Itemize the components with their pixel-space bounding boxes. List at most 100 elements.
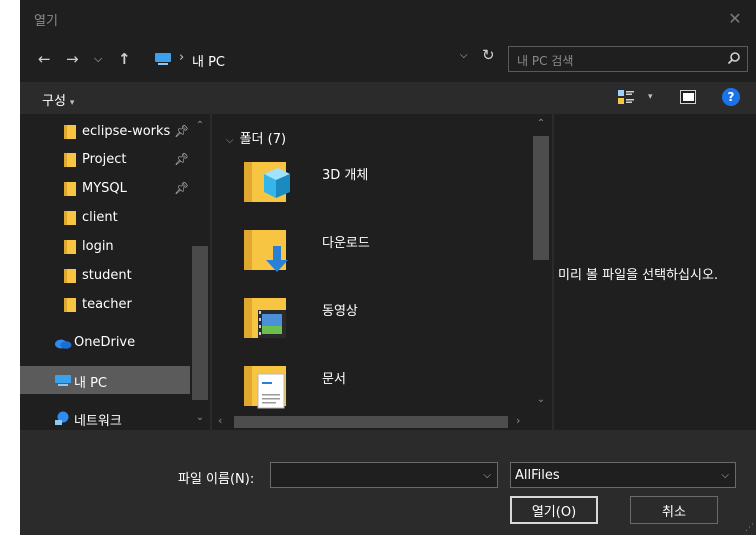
folder-icon (64, 153, 76, 167)
nav-item-label: MYSQL (82, 181, 127, 196)
preview-pane: 미리 볼 파일을 선택하십시오. (554, 114, 756, 430)
nav-item-label: student (82, 268, 132, 283)
address-bar[interactable]: › 내 PC (144, 46, 500, 72)
collapse-chevron-icon: ⌵ (226, 135, 234, 146)
network-icon (55, 411, 69, 425)
nav-item-client[interactable]: client (20, 204, 190, 232)
file-item-videos[interactable]: 동영상 (242, 292, 532, 356)
pin-icon: 📌︎ (174, 181, 190, 195)
forward-arrow-icon[interactable]: → (66, 50, 79, 68)
nav-item-label: 내 PC (74, 376, 108, 391)
organize-dropdown-icon: ▾ (69, 98, 75, 108)
file-item-label: 문서 (322, 372, 346, 387)
nav-item-label: Project (82, 152, 127, 167)
scroll-up-icon[interactable]: ⌃ (190, 120, 210, 131)
close-icon: ✕ (728, 8, 742, 28)
search-placeholder: 내 PC 검색 (517, 54, 574, 68)
vertical-scroll-thumb[interactable] (533, 136, 549, 260)
navigation-pane: eclipse-works 📌︎ Project 📌︎ MYSQL 📌︎ cli… (20, 114, 210, 430)
command-bar: 구성 ▾ ▾ ? (20, 82, 756, 114)
file-type-dropdown-icon: ⌵ (721, 470, 729, 481)
onedrive-cloud-icon (55, 339, 72, 349)
change-view-icon[interactable] (618, 90, 634, 104)
scroll-right-icon[interactable]: › (516, 414, 520, 427)
search-icon[interactable] (727, 51, 741, 65)
nav-item-label: client (82, 210, 118, 225)
view-dropdown-icon[interactable]: ▾ (648, 92, 653, 102)
folder-icon (64, 211, 76, 225)
nav-item-label: login (82, 239, 114, 254)
nav-item-label: teacher (82, 297, 132, 312)
nav-item-label: OneDrive (74, 335, 136, 350)
search-box[interactable]: 내 PC 검색 (508, 46, 748, 72)
window-title: 열기 (34, 14, 58, 29)
file-list-horizontal-scrollbar[interactable]: ‹ › (212, 414, 552, 430)
folder-icon (64, 125, 76, 139)
title-bar: 열기 ✕ (20, 0, 756, 36)
help-icon[interactable]: ? (722, 88, 740, 106)
nav-item-student[interactable]: student (20, 262, 190, 290)
nav-item-login[interactable]: login (20, 233, 190, 261)
recent-locations-chevron-icon[interactable]: ⌵ (94, 52, 102, 66)
preview-pane-icon[interactable] (680, 90, 696, 104)
nav-scrollbar[interactable]: ⌃ ⌄ (190, 114, 210, 430)
folder-icon (64, 298, 76, 312)
horizontal-scroll-thumb[interactable] (234, 416, 508, 428)
file-type-value: AllFiles (515, 468, 560, 483)
open-button[interactable]: 열기(O) (510, 496, 598, 524)
scroll-up-icon[interactable]: ⌃ (530, 118, 552, 129)
nav-item-this-pc[interactable]: 내 PC (20, 366, 190, 394)
videos-folder-icon (244, 298, 286, 338)
nav-item-onedrive[interactable]: OneDrive (20, 329, 190, 357)
file-item-label: 동영상 (322, 304, 358, 319)
filename-label: 파일 이름(N): (178, 472, 255, 487)
organize-label: 구성 (42, 94, 66, 109)
nav-item-network[interactable]: 네트워크 (20, 404, 190, 430)
resize-grip-icon[interactable]: ⋰ (745, 523, 754, 533)
scroll-down-icon[interactable]: ⌄ (190, 412, 210, 423)
nav-item-label: eclipse-works (82, 124, 171, 139)
file-item-label: 다운로드 (322, 236, 370, 251)
pc-icon (55, 375, 71, 386)
address-dropdown-icon[interactable]: ⌵ (460, 50, 468, 61)
group-header-label: 폴더 (7) (239, 132, 287, 147)
scroll-left-icon[interactable]: ‹ (218, 414, 222, 427)
pin-icon: 📌︎ (174, 152, 190, 166)
chevron-right-icon: › (179, 50, 185, 65)
nav-scroll-thumb[interactable] (192, 246, 208, 400)
folder-icon (64, 182, 76, 196)
folder-icon (64, 240, 76, 254)
close-button[interactable]: ✕ (714, 0, 756, 36)
filename-dropdown-icon[interactable]: ⌵ (483, 470, 491, 481)
pin-icon: 📌︎ (174, 124, 190, 138)
file-item-downloads[interactable]: 다운로드 (242, 224, 532, 288)
organize-menu[interactable]: 구성 ▾ (42, 90, 74, 109)
pc-icon (155, 53, 171, 65)
file-item-3d-objects[interactable]: 3D 개체 (242, 156, 532, 220)
scroll-down-icon[interactable]: ⌄ (530, 394, 552, 405)
file-type-select[interactable]: AllFiles ⌵ (510, 462, 736, 488)
downloads-folder-icon (244, 230, 288, 272)
nav-item-project[interactable]: Project 📌︎ (20, 146, 190, 174)
nav-item-mysql[interactable]: MYSQL 📌︎ (20, 175, 190, 203)
nav-item-teacher[interactable]: teacher (20, 291, 190, 319)
back-arrow-icon[interactable]: ← (38, 50, 51, 68)
nav-item-eclipse-works[interactable]: eclipse-works 📌︎ (20, 118, 190, 146)
cancel-button[interactable]: 취소 (630, 496, 718, 524)
dialog-footer: 파일 이름(N): ⌵ AllFiles ⌵ 열기(O) 취소 ⋰ (20, 430, 756, 535)
3d-objects-folder-icon (244, 162, 290, 202)
file-item-label: 3D 개체 (322, 168, 369, 183)
group-header-folders[interactable]: ⌵ 폴더 (7) (226, 128, 286, 147)
file-list-vertical-scrollbar[interactable]: ⌃ ⌄ (530, 114, 552, 414)
up-arrow-icon[interactable]: ↑ (118, 50, 131, 68)
filename-input[interactable]: ⌵ (270, 462, 498, 488)
open-file-dialog: 열기 ✕ ← → ⌵ ↑ › 내 PC ⌵ ↻ 내 PC 검색 구성 ▾ ▾ ?… (20, 0, 756, 535)
documents-folder-icon (244, 366, 286, 409)
address-location: 내 PC (192, 55, 226, 70)
preview-message: 미리 볼 파일을 선택하십시오. (558, 268, 719, 283)
navigation-bar: ← → ⌵ ↑ › 내 PC ⌵ ↻ 내 PC 검색 (20, 36, 756, 82)
folder-icon (64, 269, 76, 283)
file-list: ⌵ 폴더 (7) 3D 개체 다운로드 동영상 문서 ⌃ ⌄ ‹ › (212, 114, 552, 430)
refresh-icon[interactable]: ↻ (482, 46, 495, 64)
nav-item-label: 네트워크 (74, 414, 122, 429)
